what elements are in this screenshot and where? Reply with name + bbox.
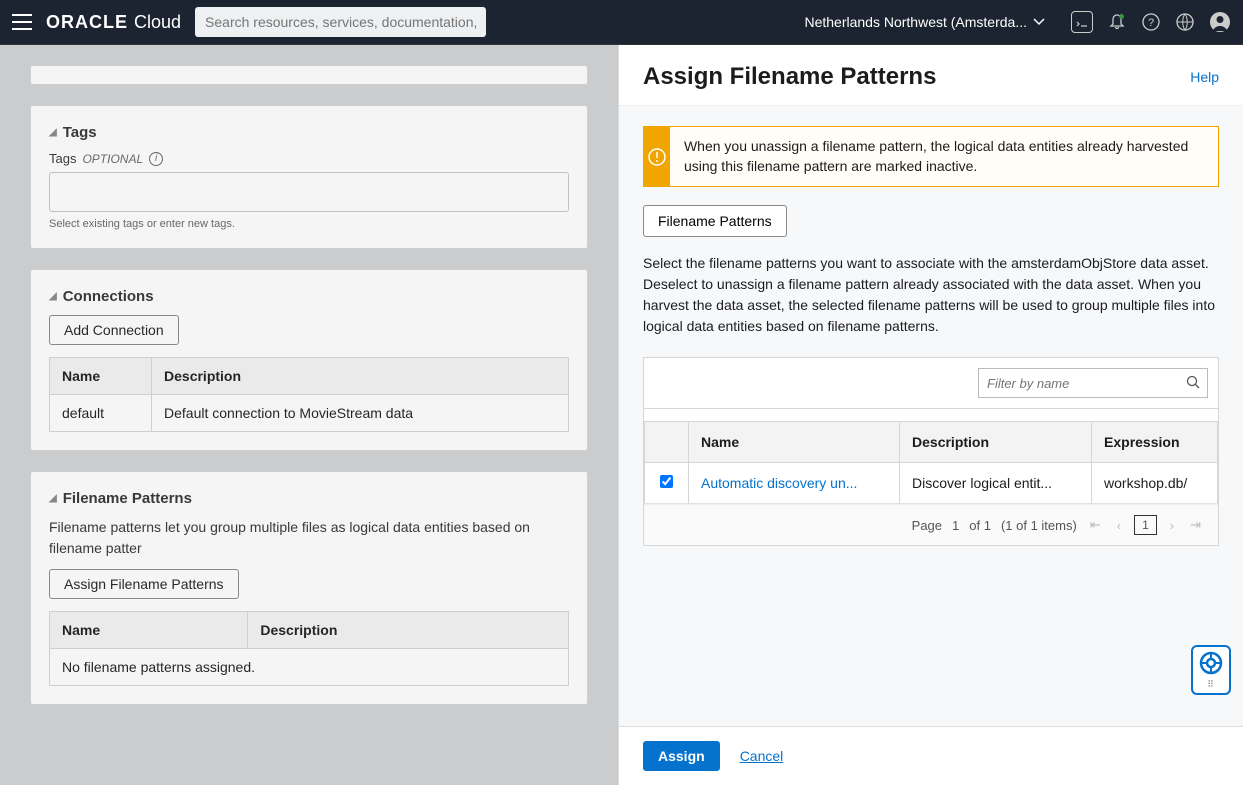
lifebuoy-icon <box>1199 651 1223 675</box>
pagination-bar: Page 1 of 1 (1 of 1 items) ⇤ ‹ 1 › ⇥ <box>644 504 1218 545</box>
col-name: Name <box>689 422 900 463</box>
connections-title: Connections <box>63 288 154 305</box>
help-icon[interactable]: ? <box>1141 12 1161 32</box>
tags-input[interactable] <box>49 172 569 212</box>
connections-section: ◢ Connections Add Connection Name Descrip… <box>30 269 588 451</box>
patterns-table: Name Description No filename patterns as… <box>49 611 569 686</box>
cancel-link[interactable]: Cancel <box>740 748 784 764</box>
col-name: Name <box>50 358 152 395</box>
pager-last-button[interactable]: ⇥ <box>1187 517 1204 533</box>
filename-patterns-section: ◢ Filename Patterns Filename patterns let… <box>30 471 588 705</box>
logo-light: Cloud <box>134 12 181 33</box>
alert-text: When you unassign a filename pattern, th… <box>670 127 1218 186</box>
floating-help-button[interactable]: ⠿ <box>1191 645 1231 695</box>
patterns-description: Filename patterns let you group multiple… <box>49 517 569 559</box>
warning-icon <box>644 127 670 186</box>
logo-bold: ORACLE <box>46 12 128 33</box>
patterns-list-container: Name Description Expression Automatic di… <box>643 357 1219 546</box>
pattern-expression: workshop.db/ <box>1092 463 1218 504</box>
menu-icon[interactable] <box>12 14 32 30</box>
dev-tools-icon[interactable] <box>1071 11 1093 33</box>
top-actions: ? <box>1071 11 1231 33</box>
filter-by-name-input[interactable] <box>978 368 1208 398</box>
pager-next-button[interactable]: › <box>1167 518 1177 533</box>
drag-dots-icon: ⠿ <box>1207 679 1215 690</box>
globe-icon[interactable] <box>1175 12 1195 32</box>
collapse-icon[interactable]: ◢ <box>49 291 57 302</box>
col-description: Description <box>152 358 569 395</box>
pager-prev-button[interactable]: ‹ <box>1114 518 1124 533</box>
main-content-dimmed: ◢ Tags Tags OPTIONAL i Select existing ta… <box>0 45 618 785</box>
assign-filename-patterns-panel: Assign Filename Patterns Help When you u… <box>618 45 1243 785</box>
page-current: 1 <box>952 518 959 533</box>
patterns-title: Filename Patterns <box>63 490 192 507</box>
panel-description: Select the filename patterns you want to… <box>643 253 1219 337</box>
table-row: No filename patterns assigned. <box>50 649 569 686</box>
col-description: Description <box>900 422 1092 463</box>
panel-title: Assign Filename Patterns <box>643 63 936 91</box>
col-description: Description <box>248 612 569 649</box>
col-expression: Expression <box>1092 422 1218 463</box>
cell-name: default <box>50 395 152 432</box>
search-icon[interactable] <box>1186 375 1200 389</box>
tags-hint: Select existing tags or enter new tags. <box>49 218 569 230</box>
search-wrapper <box>195 7 486 37</box>
pager-current-page: 1 <box>1134 515 1157 535</box>
col-name: Name <box>50 612 248 649</box>
region-label: Netherlands Northwest (Amsterda... <box>804 14 1027 30</box>
pager-first-button[interactable]: ⇤ <box>1087 517 1104 533</box>
chevron-down-icon <box>1033 18 1045 26</box>
assign-filename-patterns-button[interactable]: Assign Filename Patterns <box>49 569 239 599</box>
cell-description: Default connection to MovieStream data <box>152 395 569 432</box>
pattern-name-link[interactable]: Automatic discovery un... <box>701 475 857 491</box>
page-label: Page <box>912 518 942 533</box>
svg-text:?: ? <box>1148 17 1154 29</box>
table-row: default Default connection to MovieStrea… <box>50 395 569 432</box>
help-link[interactable]: Help <box>1190 69 1219 85</box>
pattern-checkbox[interactable] <box>660 475 673 488</box>
connections-table: Name Description default Default connect… <box>49 357 569 432</box>
oracle-cloud-logo: ORACLE Cloud <box>46 12 181 33</box>
tags-label: Tags <box>49 151 76 166</box>
collapse-icon[interactable]: ◢ <box>49 127 57 138</box>
notifications-icon[interactable] <box>1107 12 1127 32</box>
panel-footer: Assign Cancel <box>619 726 1243 785</box>
profile-icon[interactable] <box>1209 11 1231 33</box>
filename-patterns-button[interactable]: Filename Patterns <box>643 205 787 237</box>
collapse-icon[interactable]: ◢ <box>49 493 57 504</box>
page-of: of 1 <box>969 518 991 533</box>
page-items: (1 of 1 items) <box>1001 518 1077 533</box>
global-search-input[interactable] <box>195 7 486 37</box>
tags-title: Tags <box>63 124 97 141</box>
top-navigation-bar: ORACLE Cloud Netherlands Northwest (Amst… <box>0 0 1243 45</box>
tags-section: ◢ Tags Tags OPTIONAL i Select existing ta… <box>30 105 588 249</box>
table-row: Automatic discovery un... Discover logic… <box>645 463 1218 504</box>
assign-button[interactable]: Assign <box>643 741 720 771</box>
region-selector[interactable]: Netherlands Northwest (Amsterda... <box>804 14 1045 30</box>
patterns-selection-table: Name Description Expression Automatic di… <box>644 421 1218 504</box>
info-icon[interactable]: i <box>149 152 163 166</box>
empty-message: No filename patterns assigned. <box>50 649 569 686</box>
add-connection-button[interactable]: Add Connection <box>49 315 179 345</box>
optional-label: OPTIONAL <box>82 152 143 166</box>
pattern-description: Discover logical entit... <box>900 463 1092 504</box>
warning-alert: When you unassign a filename pattern, th… <box>643 126 1219 187</box>
